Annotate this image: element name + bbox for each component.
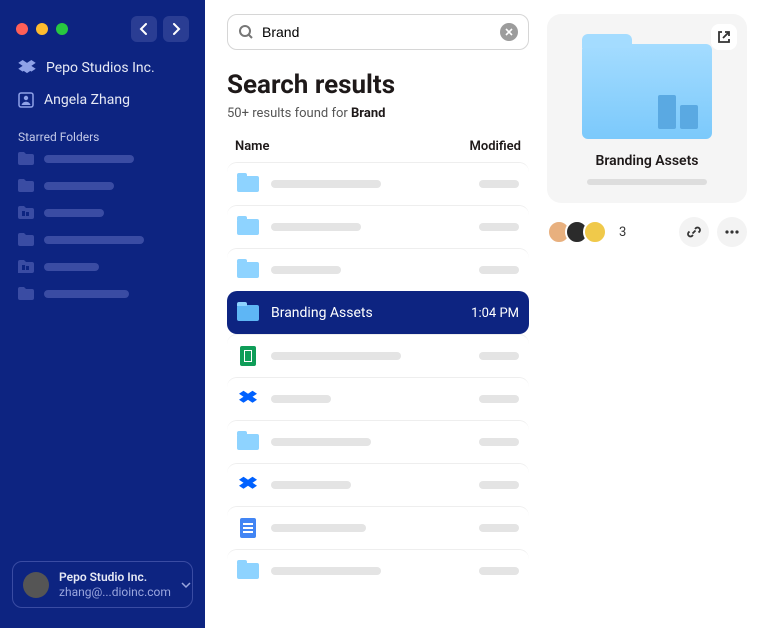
page-title: Search results: [227, 70, 529, 100]
starred-item[interactable]: [18, 287, 187, 300]
close-window-icon[interactable]: [16, 23, 28, 35]
member-avatars[interactable]: [547, 220, 607, 244]
results-list: Branding Assets 1:04 PM: [227, 162, 529, 592]
sidebar: Pepo Studios Inc. Angela Zhang Starred F…: [0, 0, 205, 628]
copy-link-button[interactable]: [679, 217, 709, 247]
starred-folders-heading: Starred Folders: [0, 116, 205, 152]
preview-card: Branding Assets: [547, 14, 747, 203]
dropbox-icon: [18, 60, 36, 76]
result-modified: 1:04 PM: [449, 306, 519, 321]
dropbox-file-icon: [237, 476, 259, 494]
user-selector[interactable]: Angela Zhang: [0, 84, 205, 116]
result-name: Branding Assets: [271, 305, 437, 321]
result-row[interactable]: [227, 377, 529, 420]
folder-icon: [237, 261, 259, 279]
nav-back-button[interactable]: [131, 16, 157, 42]
folder-icon: [18, 287, 34, 300]
starred-item[interactable]: [18, 179, 187, 192]
folder-icon: [237, 562, 259, 580]
user-name: Angela Zhang: [44, 92, 130, 108]
search-bar[interactable]: [227, 14, 529, 50]
preview-panel: Branding Assets 3: [547, 14, 747, 628]
sheets-icon: [237, 347, 259, 365]
result-row[interactable]: [227, 506, 529, 549]
window-controls: [0, 10, 205, 52]
results-header: Name Modified: [227, 121, 529, 162]
results-summary: 50+ results found for Brand: [227, 106, 529, 121]
folder-icon: [237, 433, 259, 451]
search-icon: [238, 24, 254, 40]
starred-folders-list: [0, 152, 205, 300]
folder-icon: [237, 175, 259, 193]
avatar: [23, 572, 49, 598]
minimize-window-icon[interactable]: [36, 23, 48, 35]
result-row[interactable]: [227, 248, 529, 291]
starred-item[interactable]: [18, 260, 187, 273]
folder-icon: [18, 179, 34, 192]
chevron-down-icon: [181, 581, 191, 589]
clear-search-button[interactable]: [500, 23, 518, 41]
search-input[interactable]: [262, 24, 492, 40]
result-row[interactable]: [227, 334, 529, 377]
org-name: Pepo Studios Inc.: [46, 60, 155, 76]
preview-title: Branding Assets: [596, 153, 699, 169]
dropbox-file-icon: [237, 390, 259, 408]
gdoc-icon: [237, 519, 259, 537]
col-modified[interactable]: Modified: [469, 139, 521, 154]
more-actions-button[interactable]: [717, 217, 747, 247]
result-row[interactable]: [227, 420, 529, 463]
account-email: zhang@...dioinc.com: [59, 585, 171, 599]
maximize-window-icon[interactable]: [56, 23, 68, 35]
account-switcher[interactable]: Pepo Studio Inc. zhang@...dioinc.com: [12, 561, 193, 608]
team-folder-icon: [18, 260, 34, 273]
extra-member-count: 3: [619, 225, 626, 240]
starred-item[interactable]: [18, 233, 187, 246]
user-icon: [18, 92, 34, 108]
result-row[interactable]: [227, 549, 529, 592]
preview-progress: [587, 179, 707, 185]
result-row-selected[interactable]: Branding Assets 1:04 PM: [227, 291, 529, 334]
open-external-button[interactable]: [711, 24, 737, 50]
starred-item[interactable]: [18, 152, 187, 165]
folder-preview-icon: [582, 44, 712, 139]
col-name[interactable]: Name: [235, 139, 269, 154]
result-row[interactable]: [227, 205, 529, 248]
team-folder-icon: [18, 206, 34, 219]
account-name: Pepo Studio Inc.: [59, 570, 171, 584]
result-row[interactable]: [227, 463, 529, 506]
result-row[interactable]: [227, 162, 529, 205]
team-folder-icon: [237, 304, 259, 322]
share-row: 3: [547, 217, 747, 247]
folder-icon: [18, 152, 34, 165]
nav-forward-button[interactable]: [163, 16, 189, 42]
folder-icon: [18, 233, 34, 246]
folder-icon: [237, 218, 259, 236]
starred-item[interactable]: [18, 206, 187, 219]
avatar: [583, 220, 607, 244]
org-selector[interactable]: Pepo Studios Inc.: [0, 52, 205, 84]
